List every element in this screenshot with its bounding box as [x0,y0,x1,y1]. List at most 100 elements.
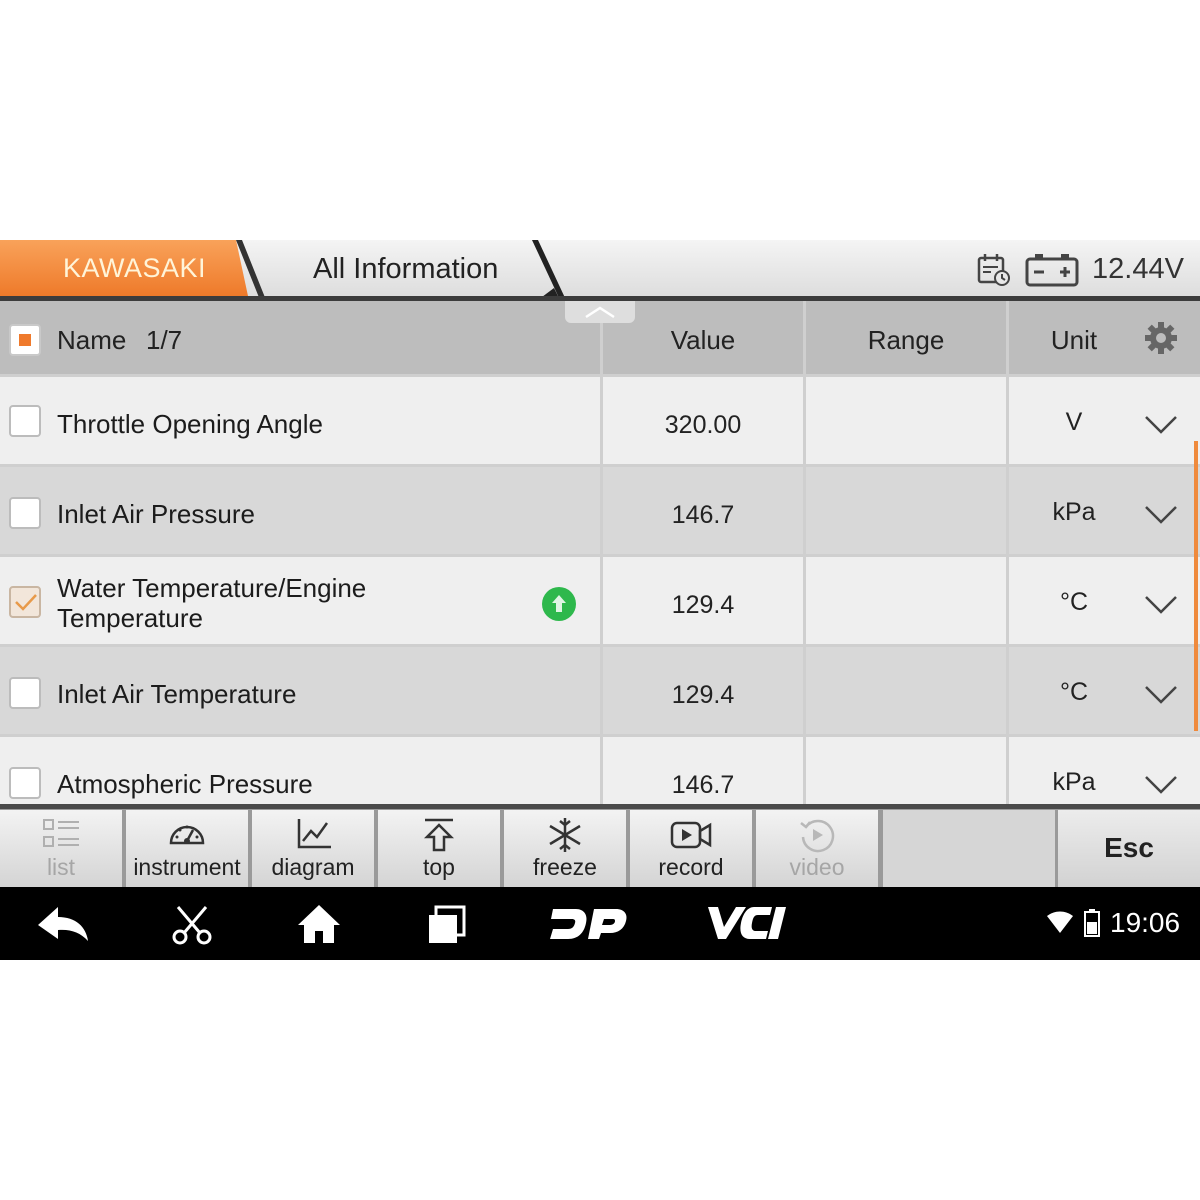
row-checkbox[interactable] [9,405,41,437]
table-row[interactable]: Water Temperature/Engine Temperature 129… [0,557,1200,644]
parameter-value: 146.7 [671,771,735,799]
list-button[interactable]: list [0,810,122,887]
dp-logo[interactable] [550,907,628,941]
range-cell [806,737,1006,804]
replay-icon [800,819,835,853]
parameter-value: 129.4 [671,591,735,619]
diagram-label: diagram [271,854,355,880]
row-checkbox[interactable] [9,586,41,618]
header-name-cell: Name 1/7 [0,301,600,374]
parameter-name: Water Temperature/Engine Temperature [57,573,367,633]
header-unit-cell: Unit [1009,301,1200,374]
top-button[interactable]: top [378,810,500,887]
line-chart-icon [297,819,331,849]
freeze-label: freeze [533,854,597,880]
instrument-label: instrument [133,854,241,880]
parameter-unit: V [1065,408,1083,436]
chevron-down-icon[interactable] [1144,415,1178,435]
wifi-icon [1047,911,1073,933]
range-cell [806,467,1006,554]
collapse-header-button[interactable] [565,301,635,323]
range-cell [806,377,1006,464]
parameter-unit: °C [1059,588,1089,616]
voltage-readout: 12.44V [1092,253,1184,285]
parameter-name: Atmospheric Pressure [57,769,313,799]
video-label: video [789,854,845,880]
table-row[interactable]: Atmospheric Pressure 146.7 kPa [0,737,1200,804]
tab-separator-icon [236,240,266,300]
parameter-value: 129.4 [671,681,735,709]
record-label: record [658,854,724,880]
record-button[interactable]: record [630,810,752,887]
section-title: All Information [313,253,499,285]
gear-icon[interactable] [1144,321,1178,355]
value-cell: 146.7 [603,737,803,804]
video-button[interactable]: video [756,810,878,887]
column-range-label: Range [867,325,945,355]
parameter-unit: kPa [1052,498,1096,526]
esc-button[interactable]: Esc [1058,810,1200,887]
value-cell: 146.7 [603,467,803,554]
checkmark-icon [15,594,37,611]
parameter-unit: °C [1059,678,1089,706]
name-cell: Atmospheric Pressure [0,737,600,804]
snowflake-icon [549,818,581,852]
action-toolbar: list instrument diagram top freeze recor… [0,804,1200,887]
brand-label: KAWASAKI [63,253,207,283]
parameter-value: 146.7 [671,501,735,529]
chevron-down-icon[interactable] [1144,505,1178,525]
calendar-clock-icon[interactable] [976,252,1012,288]
header-range-cell: Range [806,301,1006,374]
row-checkbox[interactable] [9,767,41,799]
pinned-top-badge-icon [542,587,576,621]
unit-cell: °C [1009,557,1200,644]
value-cell: 320.00 [603,377,803,464]
page-indicator: 1/7 [146,325,183,355]
vci-logo[interactable] [706,905,790,941]
freeze-button[interactable]: freeze [504,810,626,887]
table-header-row: Name 1/7 Value Range Unit [0,301,1200,374]
toolbar-divider [0,804,1200,809]
chevron-down-icon[interactable] [1144,685,1178,705]
unit-cell: °C [1009,647,1200,734]
column-unit-label: Unit [1050,325,1098,355]
unit-cell: V [1009,377,1200,464]
instrument-button[interactable]: instrument [126,810,248,887]
camera-icon [670,821,712,849]
parameter-name: Throttle Opening Angle [57,409,323,439]
column-value-label: Value [670,325,736,355]
chevron-up-icon [585,306,615,319]
table-row[interactable]: Inlet Air Pressure 146.7 kPa [0,467,1200,554]
name-cell: Inlet Air Temperature [0,647,600,734]
clock: 19:06 [1110,907,1181,938]
home-icon[interactable] [296,903,342,945]
table-row[interactable]: Throttle Opening Angle 320.00 V [0,377,1200,464]
name-cell: Water Temperature/Engine Temperature [0,557,600,644]
table-row[interactable]: Inlet Air Temperature 129.4 °C [0,647,1200,734]
gauge-icon [169,825,205,845]
scrollbar[interactable] [1194,441,1198,731]
range-cell [806,647,1006,734]
chevron-down-icon[interactable] [1144,595,1178,615]
select-all-checkbox[interactable] [9,324,41,356]
row-checkbox[interactable] [9,497,41,529]
diagram-button[interactable]: diagram [252,810,374,887]
chevron-down-icon[interactable] [1144,775,1178,795]
back-icon[interactable] [36,905,92,943]
scissors-icon[interactable] [170,905,214,945]
value-cell: 129.4 [603,557,803,644]
title-bar: KAWASAKI All Information 12.44V [0,240,1200,301]
parameter-value: 320.00 [664,411,742,439]
unit-cell: kPa [1009,467,1200,554]
app-window: KAWASAKI All Information 12.44V Name 1/7… [0,240,1200,960]
partial-check-mark [19,334,31,346]
recent-apps-icon[interactable] [426,905,468,945]
row-checkbox[interactable] [9,677,41,709]
tab-separator-icon [532,240,566,300]
battery-status-icon [1084,909,1100,937]
name-cell: Inlet Air Pressure [0,467,600,554]
list-icon [43,819,79,847]
value-cell: 129.4 [603,647,803,734]
pin-top-icon [423,818,455,852]
range-cell [806,557,1006,644]
